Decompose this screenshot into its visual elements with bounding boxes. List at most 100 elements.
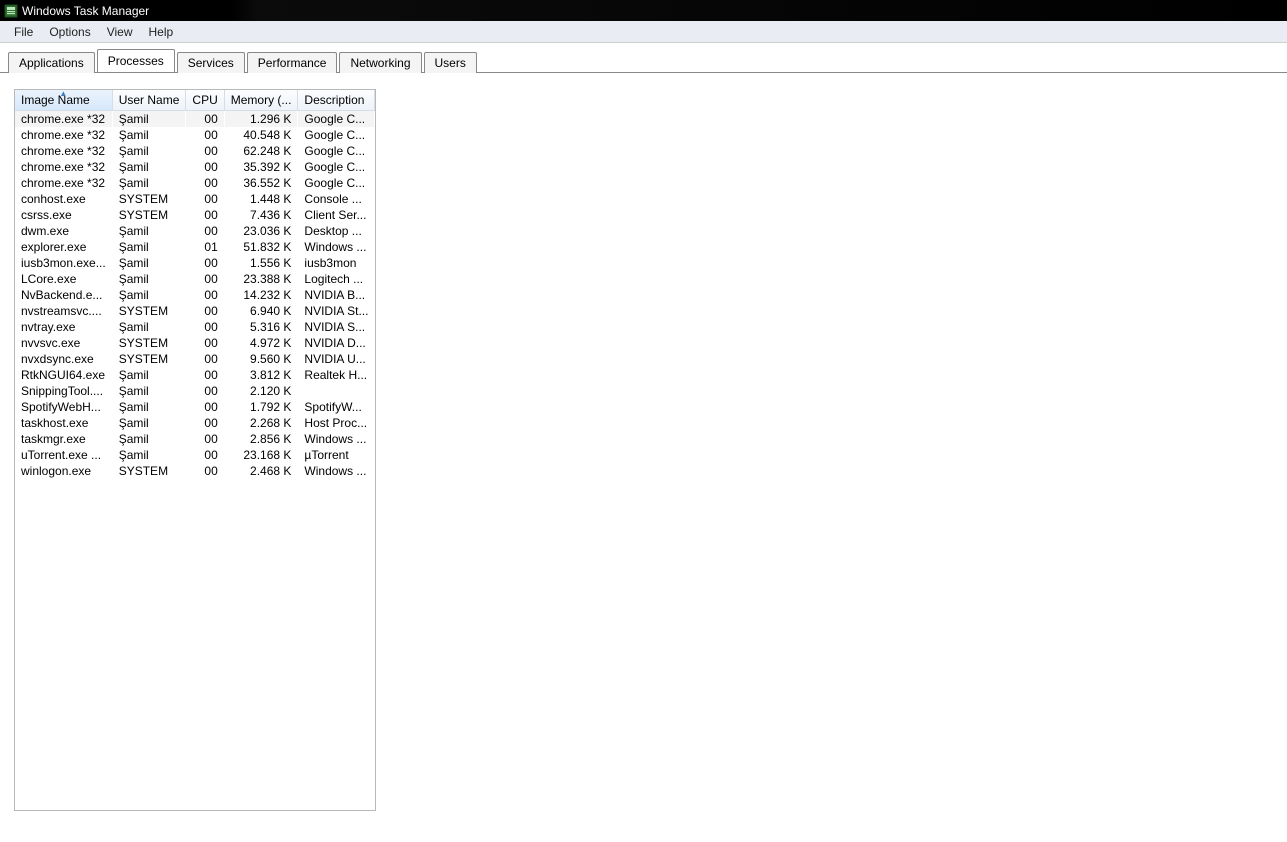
- cell-mem: 62.248 K: [224, 143, 298, 159]
- table-row[interactable]: iusb3mon.exe...Şamil001.556 Kiusb3mon: [15, 255, 375, 271]
- table-row[interactable]: LCore.exeŞamil0023.388 KLogitech ...: [15, 271, 375, 287]
- cell-mem: 35.392 K: [224, 159, 298, 175]
- cell-user: SYSTEM: [112, 191, 186, 207]
- cell-cpu: 00: [186, 287, 224, 303]
- table-row[interactable]: nvxdsync.exeSYSTEM009.560 KNVIDIA U...: [15, 351, 375, 367]
- table-row[interactable]: chrome.exe *32Şamil0062.248 KGoogle C...: [15, 143, 375, 159]
- title-bar[interactable]: Windows Task Manager: [0, 0, 1287, 21]
- table-row[interactable]: uTorrent.exe ...Şamil0023.168 KµTorrent: [15, 447, 375, 463]
- cell-image: chrome.exe *32: [15, 159, 112, 175]
- cell-cpu: 00: [186, 463, 224, 479]
- app-icon: [4, 4, 18, 18]
- table-row[interactable]: csrss.exeSYSTEM007.436 KClient Ser...: [15, 207, 375, 223]
- table-row[interactable]: nvvsvc.exeSYSTEM004.972 KNVIDIA D...: [15, 335, 375, 351]
- cell-mem: 5.316 K: [224, 319, 298, 335]
- cell-desc: NVIDIA St...: [298, 303, 375, 319]
- table-row[interactable]: chrome.exe *32Şamil0040.548 KGoogle C...: [15, 127, 375, 143]
- table-row[interactable]: chrome.exe *32Şamil001.296 KGoogle C...: [15, 111, 375, 128]
- cell-image: nvxdsync.exe: [15, 351, 112, 367]
- tab-processes[interactable]: Processes: [97, 49, 175, 72]
- cell-cpu: 00: [186, 431, 224, 447]
- cell-user: SYSTEM: [112, 207, 186, 223]
- cell-desc: µTorrent: [298, 447, 375, 463]
- cell-cpu: 00: [186, 143, 224, 159]
- table-row[interactable]: SpotifyWebH...Şamil001.792 KSpotifyW...: [15, 399, 375, 415]
- cell-mem: 1.556 K: [224, 255, 298, 271]
- cell-image: iusb3mon.exe...: [15, 255, 112, 271]
- cell-user: Şamil: [112, 431, 186, 447]
- process-table[interactable]: Image Name▲User NameCPUMemory (...Descri…: [15, 90, 375, 479]
- cell-cpu: 00: [186, 127, 224, 143]
- cell-user: Şamil: [112, 255, 186, 271]
- table-row[interactable]: RtkNGUI64.exeŞamil003.812 KRealtek H...: [15, 367, 375, 383]
- column-header-desc[interactable]: Description: [298, 90, 375, 111]
- table-row[interactable]: winlogon.exeSYSTEM002.468 KWindows ...: [15, 463, 375, 479]
- table-row[interactable]: SnippingTool....Şamil002.120 K: [15, 383, 375, 399]
- cell-mem: 1.792 K: [224, 399, 298, 415]
- cell-user: Şamil: [112, 399, 186, 415]
- table-row[interactable]: nvstreamsvc....SYSTEM006.940 KNVIDIA St.…: [15, 303, 375, 319]
- column-header-cpu[interactable]: CPU: [186, 90, 224, 111]
- table-row[interactable]: conhost.exeSYSTEM001.448 KConsole ...: [15, 191, 375, 207]
- menu-view[interactable]: View: [99, 23, 141, 41]
- cell-image: nvtray.exe: [15, 319, 112, 335]
- cell-cpu: 00: [186, 223, 224, 239]
- cell-user: Şamil: [112, 383, 186, 399]
- tab-services[interactable]: Services: [177, 52, 245, 73]
- tab-users[interactable]: Users: [424, 52, 477, 73]
- cell-cpu: 00: [186, 207, 224, 223]
- cell-image: chrome.exe *32: [15, 175, 112, 191]
- cell-desc: Console ...: [298, 191, 375, 207]
- table-row[interactable]: chrome.exe *32Şamil0036.552 KGoogle C...: [15, 175, 375, 191]
- cell-image: dwm.exe: [15, 223, 112, 239]
- column-header-image[interactable]: Image Name▲: [15, 90, 112, 111]
- cell-cpu: 01: [186, 239, 224, 255]
- menu-help[interactable]: Help: [141, 23, 182, 41]
- cell-mem: 1.448 K: [224, 191, 298, 207]
- table-row[interactable]: NvBackend.e...Şamil0014.232 KNVIDIA B...: [15, 287, 375, 303]
- cell-user: SYSTEM: [112, 463, 186, 479]
- cell-mem: 51.832 K: [224, 239, 298, 255]
- cell-desc: Desktop ...: [298, 223, 375, 239]
- table-row[interactable]: chrome.exe *32Şamil0035.392 KGoogle C...: [15, 159, 375, 175]
- cell-user: Şamil: [112, 175, 186, 191]
- cell-cpu: 00: [186, 319, 224, 335]
- cell-image: conhost.exe: [15, 191, 112, 207]
- cell-image: SpotifyWebH...: [15, 399, 112, 415]
- process-table-wrap: Image Name▲User NameCPUMemory (...Descri…: [14, 89, 376, 811]
- menu-options[interactable]: Options: [41, 23, 98, 41]
- table-row[interactable]: taskhost.exeŞamil002.268 KHost Proc...: [15, 415, 375, 431]
- cell-image: RtkNGUI64.exe: [15, 367, 112, 383]
- menu-file[interactable]: File: [6, 23, 41, 41]
- cell-cpu: 00: [186, 175, 224, 191]
- cell-user: SYSTEM: [112, 335, 186, 351]
- cell-desc: iusb3mon: [298, 255, 375, 271]
- cell-user: Şamil: [112, 447, 186, 463]
- cell-image: winlogon.exe: [15, 463, 112, 479]
- table-row[interactable]: taskmgr.exeŞamil002.856 KWindows ...: [15, 431, 375, 447]
- column-header-mem[interactable]: Memory (...: [224, 90, 298, 111]
- cell-mem: 23.036 K: [224, 223, 298, 239]
- tab-applications[interactable]: Applications: [8, 52, 95, 73]
- cell-mem: 2.856 K: [224, 431, 298, 447]
- cell-cpu: 00: [186, 159, 224, 175]
- column-header-user[interactable]: User Name: [112, 90, 186, 111]
- tab-performance[interactable]: Performance: [247, 52, 338, 73]
- cell-cpu: 00: [186, 111, 224, 128]
- cell-image: taskhost.exe: [15, 415, 112, 431]
- cell-mem: 23.168 K: [224, 447, 298, 463]
- cell-user: Şamil: [112, 415, 186, 431]
- cell-cpu: 00: [186, 447, 224, 463]
- cell-desc: Google C...: [298, 159, 375, 175]
- tab-networking[interactable]: Networking: [339, 52, 421, 73]
- cell-desc: Logitech ...: [298, 271, 375, 287]
- tabs-row: ApplicationsProcessesServicesPerformance…: [0, 43, 1287, 73]
- table-row[interactable]: nvtray.exeŞamil005.316 KNVIDIA S...: [15, 319, 375, 335]
- cell-image: nvvsvc.exe: [15, 335, 112, 351]
- cell-user: Şamil: [112, 159, 186, 175]
- table-row[interactable]: explorer.exeŞamil0151.832 KWindows ...: [15, 239, 375, 255]
- cell-desc: NVIDIA D...: [298, 335, 375, 351]
- cell-desc: Google C...: [298, 143, 375, 159]
- table-row[interactable]: dwm.exeŞamil0023.036 KDesktop ...: [15, 223, 375, 239]
- cell-desc: [298, 383, 375, 399]
